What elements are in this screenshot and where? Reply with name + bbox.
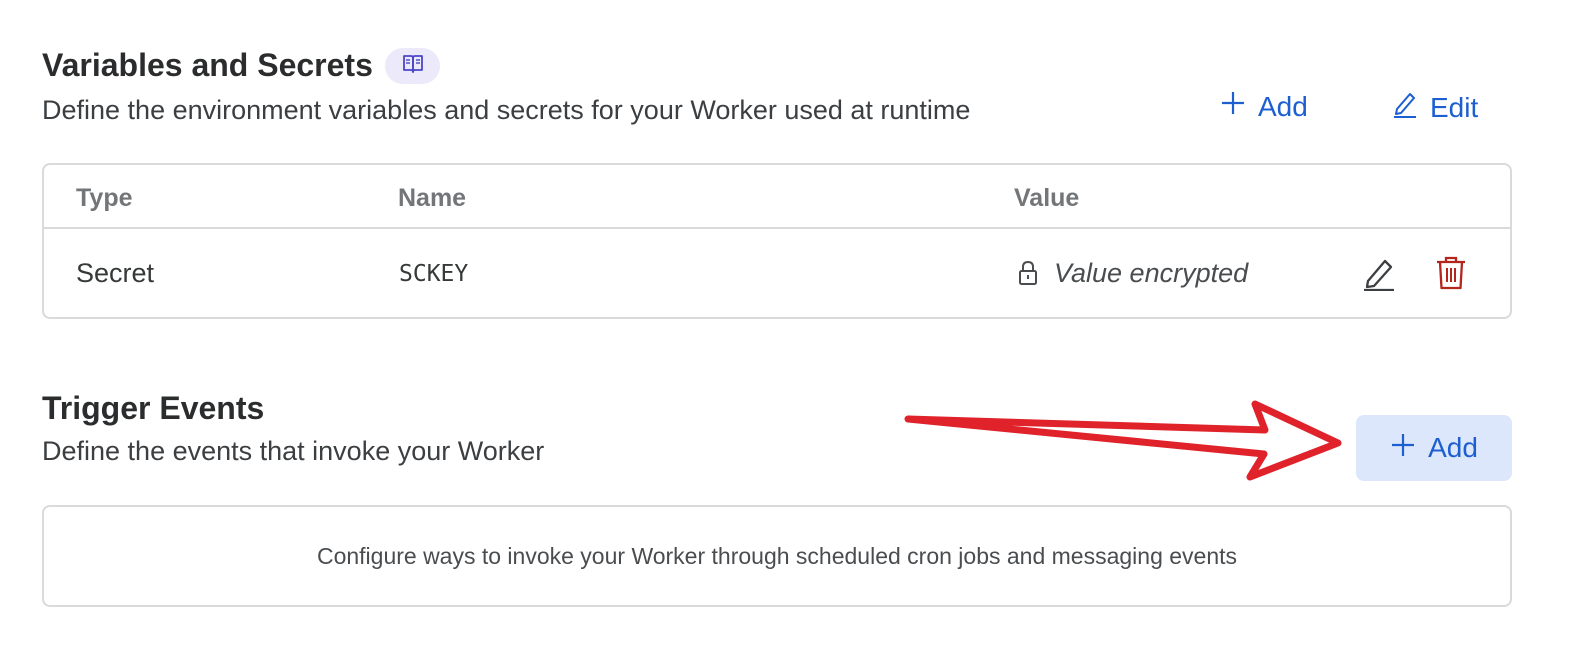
plus-icon — [1220, 90, 1246, 123]
empty-state-message: Configure ways to invoke your Worker thr… — [316, 542, 1238, 569]
plus-icon — [1390, 432, 1416, 465]
trash-icon — [1436, 256, 1466, 294]
lock-icon — [1017, 259, 1039, 292]
add-trigger-label: Add — [1428, 432, 1478, 463]
docs-link-button[interactable] — [385, 48, 440, 84]
column-header-name: Name — [398, 184, 467, 212]
edit-row-button[interactable] — [1361, 255, 1397, 296]
pencil-icon — [1361, 259, 1397, 295]
add-variable-button[interactable]: Add — [1220, 90, 1308, 123]
row-type-cell: Secret — [76, 258, 155, 288]
table-divider — [43, 227, 1510, 229]
variables-section-description: Define the environment variables and sec… — [42, 95, 971, 125]
edit-variables-label: Edit — [1430, 91, 1479, 123]
trigger-events-title: Trigger Events — [42, 390, 265, 426]
book-icon — [402, 54, 424, 79]
edit-variables-button[interactable]: Edit — [1392, 90, 1478, 125]
trigger-events-empty-state: Configure ways to invoke your Worker thr… — [42, 505, 1512, 607]
trigger-events-description: Define the events that invoke your Worke… — [42, 436, 545, 466]
variables-table — [42, 163, 1512, 319]
column-header-type: Type — [76, 184, 133, 212]
add-variable-label: Add — [1258, 90, 1308, 122]
annotation-arrow — [900, 398, 1350, 489]
row-name-cell: SCKEY — [399, 261, 469, 287]
column-header-value: Value — [1014, 184, 1080, 212]
pencil-icon — [1392, 90, 1418, 125]
variables-section-title: Variables and Secrets — [42, 47, 373, 83]
add-trigger-button[interactable]: Add — [1356, 415, 1512, 481]
row-value-cell: Value encrypted — [1054, 258, 1249, 288]
delete-row-button[interactable] — [1436, 256, 1466, 295]
